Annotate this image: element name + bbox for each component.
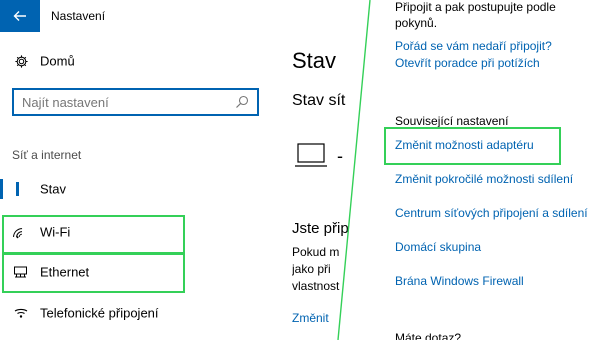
nav-item-label: Ethernet — [40, 264, 90, 280]
nav-item-label: Telefonické připojení — [40, 305, 159, 321]
intro-text-line: pokynů. — [395, 16, 438, 30]
wifi-icon — [13, 224, 29, 240]
laptop-icon — [294, 141, 328, 171]
description-line: Pokud m — [292, 245, 340, 259]
advanced-sharing-link[interactable]: Změnit pokročilé možnosti sdílení — [395, 172, 573, 186]
nav-item-ethernet[interactable]: Ethernet — [0, 254, 270, 290]
question-heading: Máte dotaz? — [395, 331, 462, 340]
settings-search-box[interactable] — [12, 88, 259, 116]
search-input[interactable] — [14, 90, 234, 114]
homegroup-link[interactable]: Domácí skupina — [395, 240, 481, 254]
back-arrow-icon — [13, 11, 26, 21]
ethernet-icon — [13, 264, 29, 280]
back-button[interactable] — [0, 0, 40, 32]
gear-icon — [13, 53, 29, 69]
status-globe-glyph — [16, 182, 19, 196]
nav-item-stav[interactable]: Stav — [0, 171, 270, 207]
network-status-heading: Stav sít — [292, 92, 346, 109]
nav-item-label: Stav — [40, 181, 67, 197]
nav-item-wifi[interactable]: Wi-Fi — [0, 214, 270, 250]
page-title: Stav — [292, 48, 337, 73]
nav-home-label: Domů — [40, 53, 75, 69]
nav-home[interactable]: Domů — [0, 43, 270, 79]
change-connection-link[interactable]: Změnit — [292, 311, 329, 325]
nav-item-label: Wi-Fi — [40, 224, 71, 240]
nav-item-dialup[interactable]: Telefonické připojení — [0, 295, 270, 331]
section-label: Síť a internet — [12, 148, 82, 162]
connection-status-text: - — [337, 146, 343, 166]
help-connect-link[interactable]: Pořád se vám nedaří připojit? — [395, 39, 552, 53]
connected-heading: Jste přip — [292, 220, 349, 237]
app-title: Nastavení — [51, 9, 106, 23]
change-adapter-options-link[interactable]: Změnit možnosti adaptéru — [395, 138, 534, 152]
related-settings-heading: Související nastavení — [395, 114, 509, 128]
intro-text-line: Připojit a pak postupujte podle — [395, 0, 556, 14]
dialup-icon — [13, 305, 29, 321]
description-line: jako při — [292, 262, 331, 276]
troubleshooter-link[interactable]: Otevřít poradce při potížích — [395, 56, 540, 70]
windows-firewall-link[interactable]: Brána Windows Firewall — [395, 274, 524, 288]
search-icon[interactable] — [235, 95, 249, 109]
network-sharing-center-link[interactable]: Centrum síťových připojení a sdílení — [395, 206, 588, 220]
